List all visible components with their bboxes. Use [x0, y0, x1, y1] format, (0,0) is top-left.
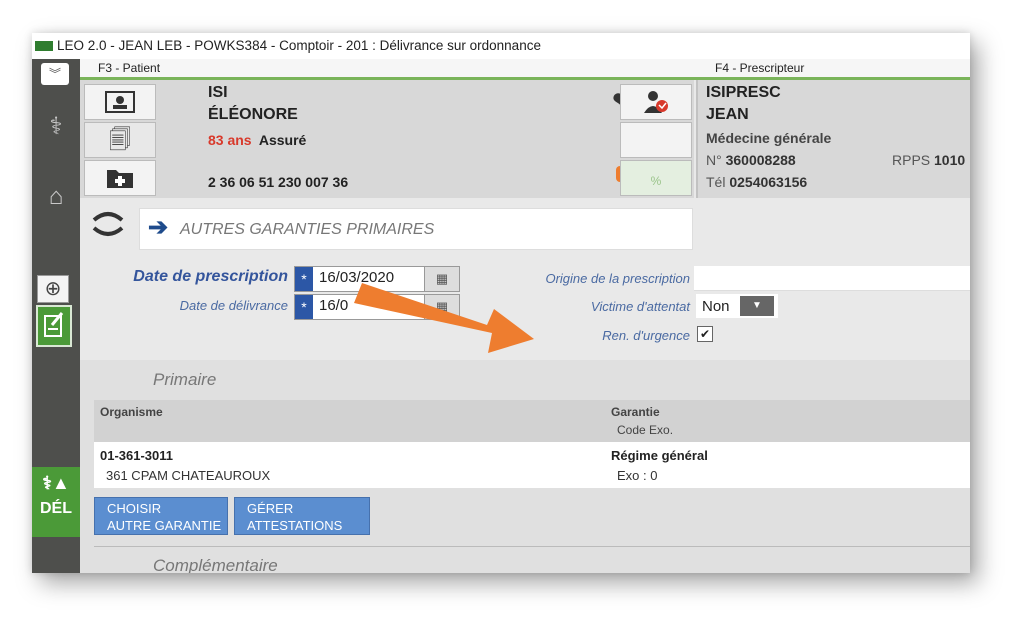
annotation-arrow-icon — [354, 283, 534, 353]
app-window: LEO 2.0 - JEAN LEB - POWKS384 - Comptoir… — [32, 33, 970, 573]
